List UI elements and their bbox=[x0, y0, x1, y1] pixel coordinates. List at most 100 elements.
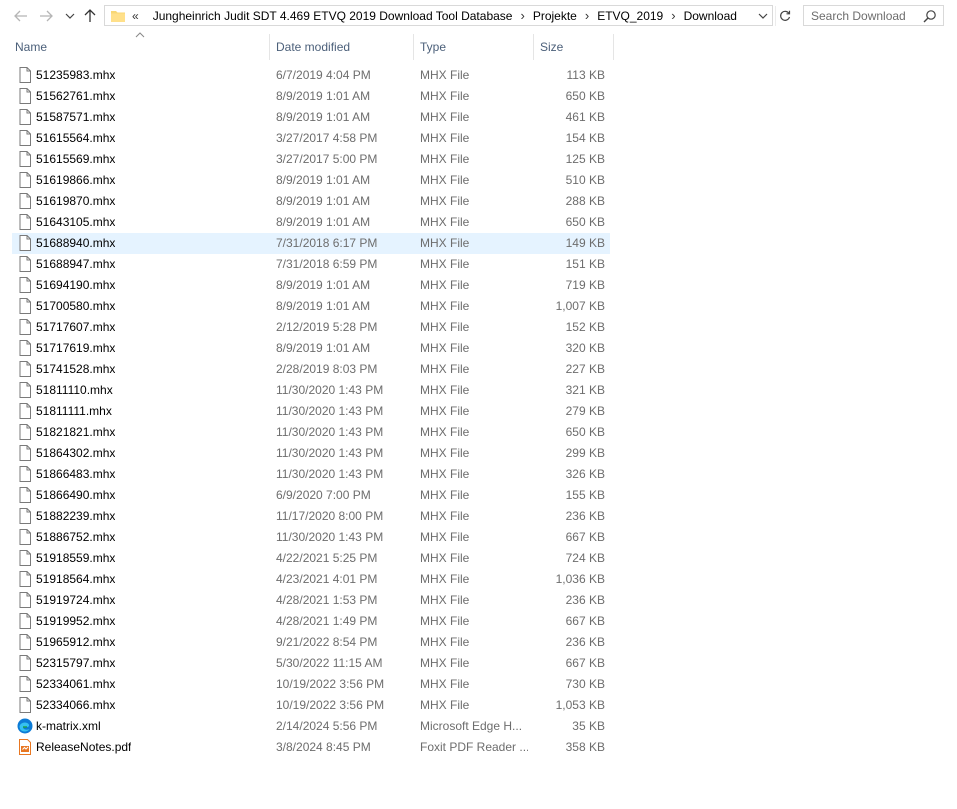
file-row[interactable]: 52334061.mhx 10/19/2022 3:56 PM MHX File 73… bbox=[0, 674, 620, 695]
file-row[interactable]: ReleaseNotes.pdf 3/8/2024 8:45 PM Foxit PD… bbox=[0, 737, 620, 758]
file-name: 51619866.mhx bbox=[36, 173, 116, 187]
file-date-modified: 6/9/2020 7:00 PM bbox=[276, 488, 371, 502]
file-date-modified: 11/30/2020 1:43 PM bbox=[276, 383, 384, 397]
file-row[interactable]: 51965912.mhx 9/21/2022 8:54 PM MHX File 236… bbox=[0, 632, 620, 653]
file-row[interactable]: k-matrix.xml 2/14/2024 5:56 PM Microsoft E… bbox=[0, 716, 620, 737]
file-name: 51864302.mhx bbox=[36, 446, 116, 460]
search-box[interactable] bbox=[803, 5, 944, 26]
file-row[interactable]: 52315797.mhx 5/30/2022 11:15 AM MHX File 66… bbox=[0, 653, 620, 674]
file-row[interactable]: 51918564.mhx 4/23/2021 4:01 PM MHX File 1,0… bbox=[0, 569, 620, 590]
column-header-date-modified[interactable]: Date modified bbox=[276, 34, 406, 60]
file-row[interactable]: 51235983.mhx 6/7/2019 4:04 PM MHX File 113 … bbox=[0, 65, 620, 86]
column-divider[interactable] bbox=[413, 34, 414, 60]
back-button[interactable] bbox=[12, 6, 30, 26]
file-name: 51919952.mhx bbox=[36, 614, 116, 628]
file-row[interactable]: 51615569.mhx 3/27/2017 5:00 PM MHX File 125… bbox=[0, 149, 620, 170]
column-divider[interactable] bbox=[269, 34, 270, 60]
address-bar[interactable]: « Jungheinrich Judit SDT 4.469 ETVQ 2019… bbox=[104, 5, 773, 26]
breadcrumb-separator-icon[interactable]: › bbox=[520, 8, 524, 23]
file-icon bbox=[17, 403, 33, 419]
search-icon[interactable] bbox=[923, 9, 937, 23]
file-name: 51741528.mhx bbox=[36, 362, 116, 376]
breadcrumb-item[interactable]: ETVQ_2019 bbox=[597, 9, 663, 23]
file-icon bbox=[17, 109, 33, 125]
file-row[interactable]: 51741528.mhx 2/28/2019 8:03 PM MHX File 227… bbox=[0, 359, 620, 380]
forward-button[interactable] bbox=[37, 6, 55, 26]
column-divider[interactable] bbox=[613, 34, 614, 60]
breadcrumb-item[interactable]: Download bbox=[684, 9, 737, 23]
file-type: MHX File bbox=[420, 68, 470, 82]
column-header-name[interactable]: Name bbox=[15, 34, 265, 60]
search-input[interactable] bbox=[811, 8, 921, 23]
file-row[interactable]: 51882239.mhx 11/17/2020 8:00 PM MHX File 23… bbox=[0, 506, 620, 527]
file-name: 51811110.mhx bbox=[36, 383, 113, 397]
file-size: 650 KB bbox=[565, 89, 605, 103]
file-size: 154 KB bbox=[565, 131, 605, 145]
file-size: 155 KB bbox=[565, 488, 605, 502]
file-row[interactable]: 51811110.mhx 11/30/2020 1:43 PM MHX File 32… bbox=[0, 380, 620, 401]
file-type: MHX File bbox=[420, 572, 470, 586]
chevron-down-icon bbox=[65, 13, 75, 19]
file-row[interactable]: 51619866.mhx 8/9/2019 1:01 AM MHX File 510 … bbox=[0, 170, 620, 191]
file-name: 51562761.mhx bbox=[36, 89, 116, 103]
file-name: 52334066.mhx bbox=[36, 698, 116, 712]
file-name: 51866483.mhx bbox=[36, 467, 116, 481]
file-name: 51688940.mhx bbox=[36, 236, 116, 250]
file-type: MHX File bbox=[420, 488, 470, 502]
file-size: 1,053 KB bbox=[555, 698, 605, 712]
file-icon bbox=[17, 382, 33, 398]
file-row[interactable]: 51919952.mhx 4/28/2021 1:49 PM MHX File 667… bbox=[0, 611, 620, 632]
file-date-modified: 4/28/2021 1:53 PM bbox=[276, 593, 378, 607]
file-date-modified: 8/9/2019 1:01 AM bbox=[276, 341, 371, 355]
column-divider[interactable] bbox=[533, 34, 534, 60]
file-row[interactable]: 51700580.mhx 8/9/2019 1:01 AM MHX File 1,00… bbox=[0, 296, 620, 317]
file-size: 667 KB bbox=[565, 530, 605, 544]
breadcrumb-overflow[interactable]: « bbox=[132, 9, 139, 23]
file-row[interactable]: 51864302.mhx 11/30/2020 1:43 PM MHX File 29… bbox=[0, 443, 620, 464]
file-row[interactable]: 51919724.mhx 4/28/2021 1:53 PM MHX File 236… bbox=[0, 590, 620, 611]
file-row[interactable]: 51688947.mhx 7/31/2018 6:59 PM MHX File 151… bbox=[0, 254, 620, 275]
file-row[interactable]: 51615564.mhx 3/27/2017 4:58 PM MHX File 154… bbox=[0, 128, 620, 149]
file-row[interactable]: 51688940.mhx 7/31/2018 6:17 PM MHX File 149… bbox=[0, 233, 620, 254]
file-row[interactable]: 51866490.mhx 6/9/2020 7:00 PM MHX File 155 … bbox=[0, 485, 620, 506]
address-dropdown-icon[interactable] bbox=[756, 9, 770, 23]
file-icon bbox=[17, 340, 33, 356]
file-name: 51643105.mhx bbox=[36, 215, 116, 229]
file-row[interactable]: 51866483.mhx 11/30/2020 1:43 PM MHX File 32… bbox=[0, 464, 620, 485]
file-type: MHX File bbox=[420, 467, 470, 481]
file-row[interactable]: 51643105.mhx 8/9/2019 1:01 AM MHX File 650 … bbox=[0, 212, 620, 233]
file-icon bbox=[17, 466, 33, 482]
file-type: MHX File bbox=[420, 341, 470, 355]
file-row[interactable]: 51619870.mhx 8/9/2019 1:01 AM MHX File 288 … bbox=[0, 191, 620, 212]
file-type: MHX File bbox=[420, 131, 470, 145]
file-row[interactable]: 51811111.mhx 11/30/2020 1:43 PM MHX File 27… bbox=[0, 401, 620, 422]
file-row[interactable]: 51587571.mhx 8/9/2019 1:01 AM MHX File 461 … bbox=[0, 107, 620, 128]
file-row[interactable]: 51886752.mhx 11/30/2020 1:43 PM MHX File 66… bbox=[0, 527, 620, 548]
breadcrumb-separator-icon[interactable]: › bbox=[585, 8, 589, 23]
refresh-button[interactable] bbox=[775, 6, 794, 26]
column-header-size[interactable]: Size bbox=[540, 34, 610, 60]
file-type: MHX File bbox=[420, 614, 470, 628]
up-button[interactable] bbox=[81, 6, 99, 26]
file-name: k-matrix.xml bbox=[36, 719, 101, 733]
file-date-modified: 7/31/2018 6:17 PM bbox=[276, 236, 378, 250]
file-row[interactable]: 51694190.mhx 8/9/2019 1:01 AM MHX File 719 … bbox=[0, 275, 620, 296]
file-name: 52334061.mhx bbox=[36, 677, 116, 691]
file-name: 51919724.mhx bbox=[36, 593, 116, 607]
file-row[interactable]: 51717607.mhx 2/12/2019 5:28 PM MHX File 152… bbox=[0, 317, 620, 338]
file-icon bbox=[17, 445, 33, 461]
file-size: 730 KB bbox=[565, 677, 605, 691]
breadcrumb-separator-icon[interactable]: › bbox=[671, 8, 675, 23]
file-row[interactable]: 51821821.mhx 11/30/2020 1:43 PM MHX File 65… bbox=[0, 422, 620, 443]
file-icon bbox=[17, 88, 33, 104]
column-header-type[interactable]: Type bbox=[420, 34, 530, 60]
file-name: 51918559.mhx bbox=[36, 551, 116, 565]
file-row[interactable]: 51562761.mhx 8/9/2019 1:01 AM MHX File 650 … bbox=[0, 86, 620, 107]
file-row[interactable]: 51717619.mhx 8/9/2019 1:01 AM MHX File 320 … bbox=[0, 338, 620, 359]
file-name: 51615564.mhx bbox=[36, 131, 116, 145]
file-row[interactable]: 52334066.mhx 10/19/2022 3:56 PM MHX File 1,… bbox=[0, 695, 620, 716]
file-row[interactable]: 51918559.mhx 4/22/2021 5:25 PM MHX File 724… bbox=[0, 548, 620, 569]
recent-locations-button[interactable] bbox=[61, 6, 79, 26]
breadcrumb-item[interactable]: Projekte bbox=[533, 9, 577, 23]
breadcrumb-item[interactable]: Jungheinrich Judit SDT 4.469 ETVQ 2019 D… bbox=[153, 9, 513, 23]
